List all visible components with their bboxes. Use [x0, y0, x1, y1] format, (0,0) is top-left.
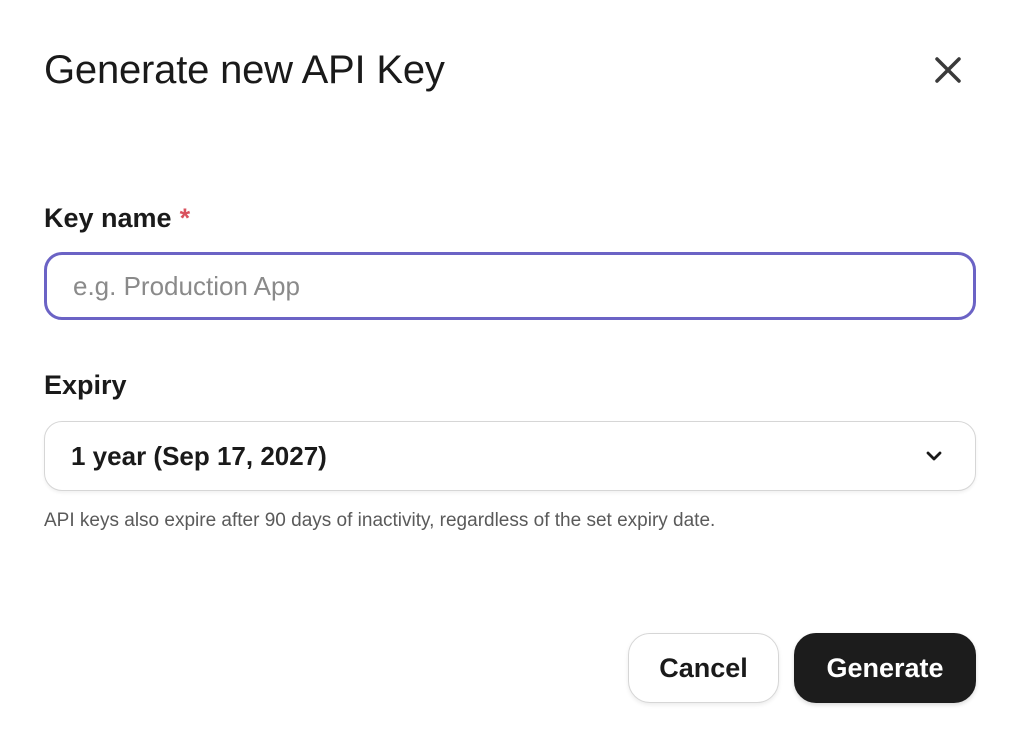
expiry-label: Expiry	[44, 370, 127, 400]
close-button[interactable]	[922, 46, 974, 94]
expiry-select[interactable]: 1 year (Sep 17, 2027)	[44, 421, 976, 491]
key-name-label: Key name *	[44, 201, 190, 235]
close-icon	[935, 57, 961, 83]
dialog-title: Generate new API Key	[44, 48, 445, 92]
key-name-input[interactable]	[44, 252, 976, 320]
generate-button[interactable]: Generate	[794, 633, 976, 703]
expiry-hint: API keys also expire after 90 days of in…	[44, 510, 716, 531]
key-name-label-text: Key name	[44, 203, 172, 233]
chevron-down-icon	[926, 451, 942, 461]
generate-api-key-dialog: Generate new API Key Key name* Expiry 1 …	[0, 0, 1024, 746]
expiry-selected-value: 1 year (Sep 17, 2027)	[71, 440, 327, 471]
required-marker: *	[179, 203, 191, 233]
cancel-button[interactable]: Cancel	[628, 633, 779, 703]
